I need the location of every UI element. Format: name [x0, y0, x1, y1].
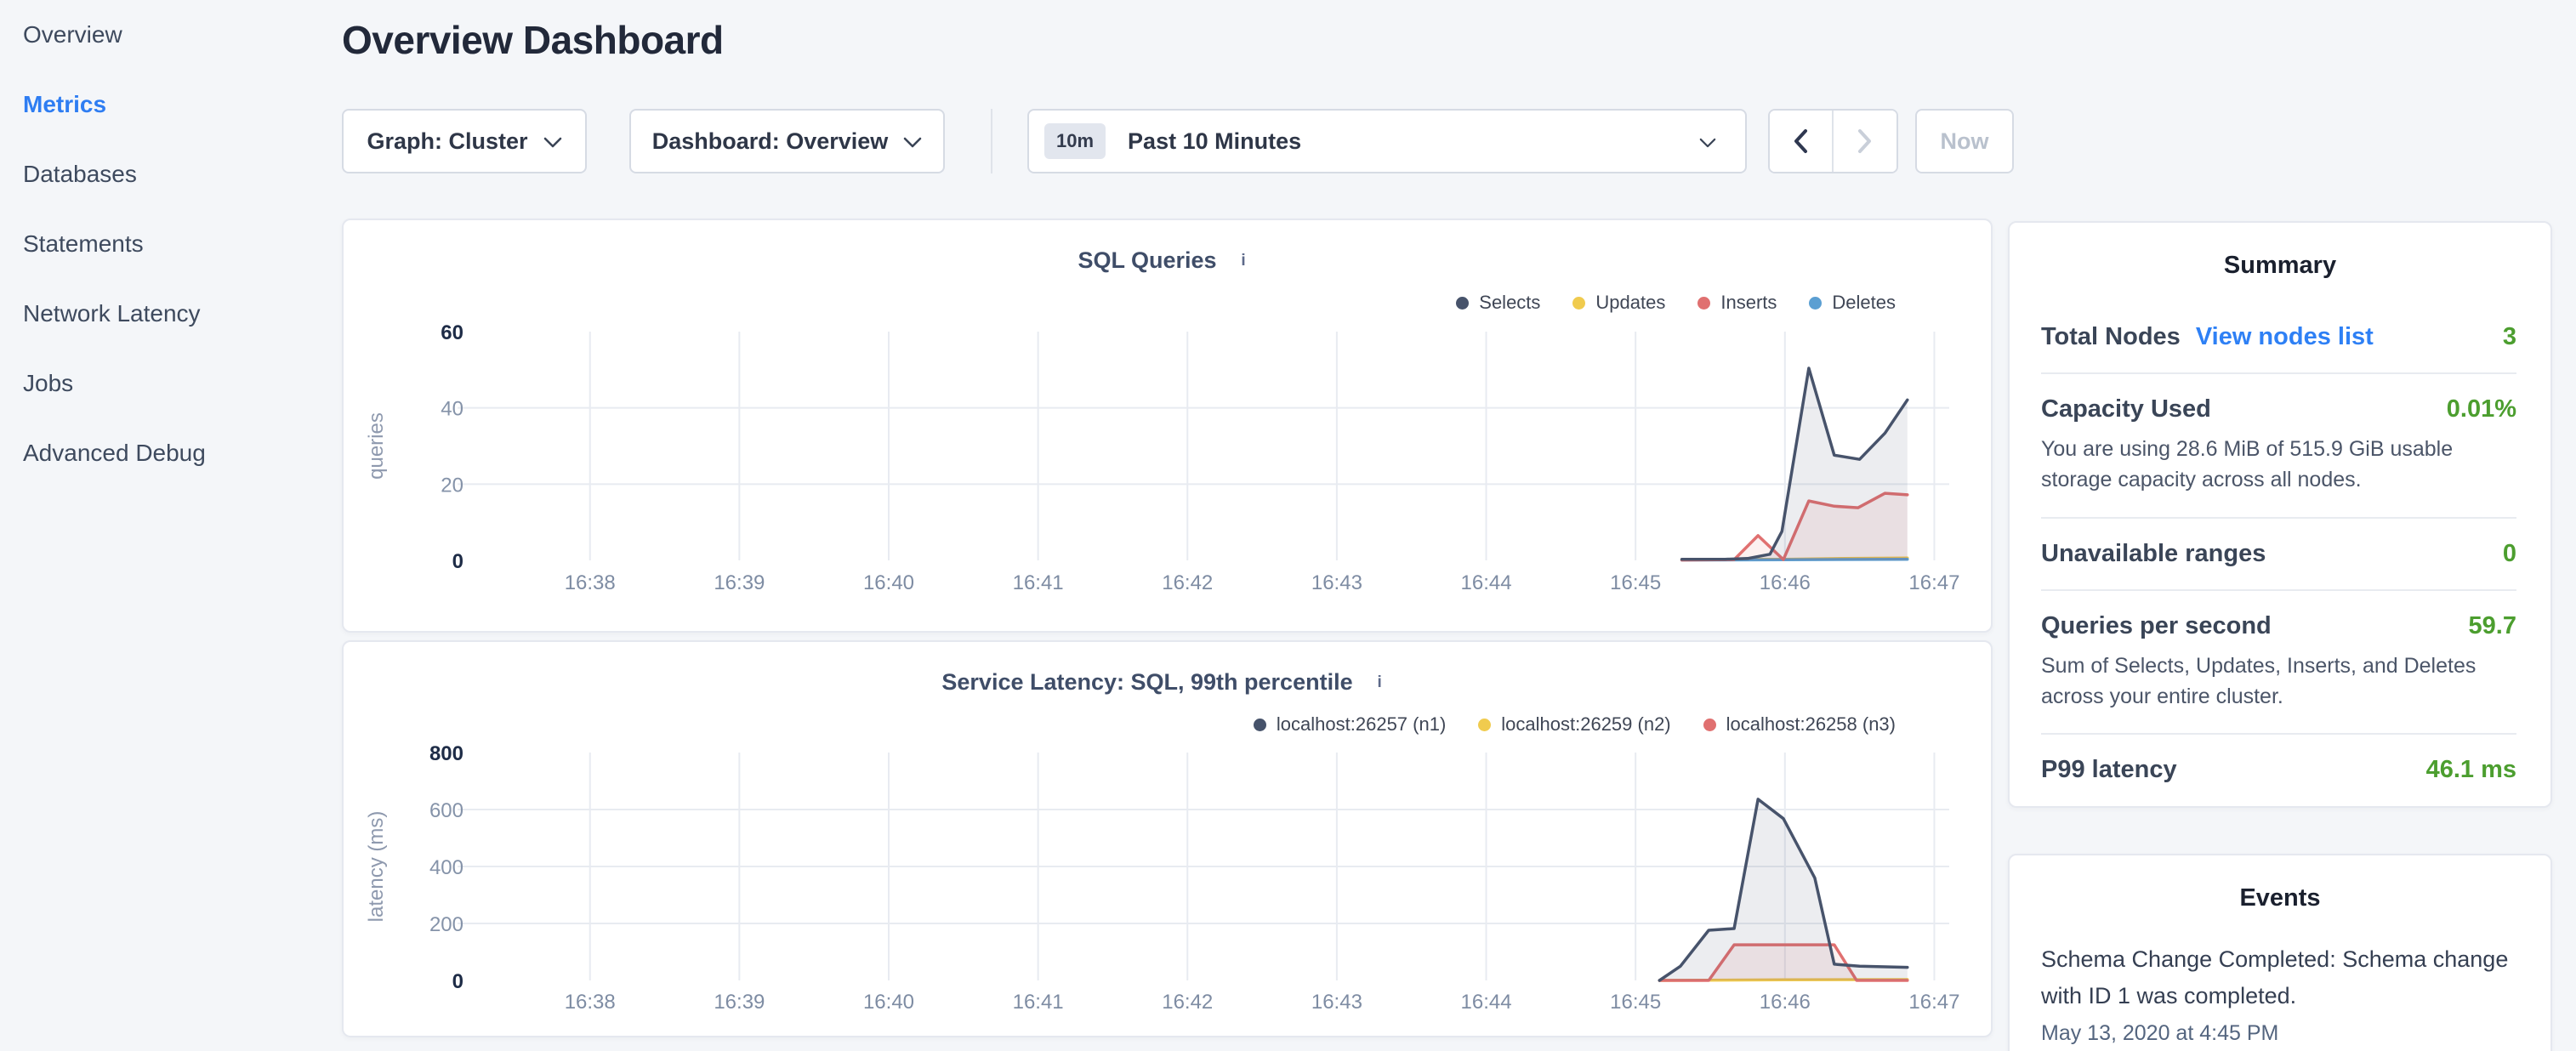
svg-text:16:39: 16:39 — [714, 991, 765, 1014]
summary-row-value: 3 — [2503, 323, 2516, 351]
svg-text:16:43: 16:43 — [1311, 571, 1362, 594]
now-button[interactable]: Now — [1915, 109, 2014, 173]
summary-row: Capacity Used 0.01% You are using 28.6 MiB… — [2041, 374, 2516, 519]
chevron-left-icon — [1793, 128, 1808, 154]
chevron-down-icon — [1699, 138, 1716, 149]
summary-row-value: 0 — [2503, 540, 2516, 568]
svg-text:16:42: 16:42 — [1162, 571, 1213, 594]
svg-text:40: 40 — [441, 398, 463, 421]
sidebar-item-advanced-debug[interactable]: Advanced Debug — [0, 418, 340, 488]
time-prev-button[interactable] — [1770, 111, 1834, 172]
svg-text:16:47: 16:47 — [1908, 991, 1959, 1014]
svg-text:16:46: 16:46 — [1760, 991, 1811, 1014]
summary-row: Total Nodes View nodes list 3 — [2041, 302, 2516, 374]
summary-row-value: 0.01% — [2447, 395, 2516, 423]
sidebar-item-metrics[interactable]: Metrics — [0, 70, 340, 139]
summary-row-label: Unavailable ranges — [2041, 540, 2266, 568]
summary-row-label: P99 latency — [2041, 756, 2177, 784]
summary-row: Unavailable ranges 0 — [2041, 519, 2516, 591]
event-item: Schema Change Completed: Schema change w… — [2041, 941, 2519, 1046]
summary-row: Queries per second 59.7 Sum of Selects, Up… — [2041, 591, 2516, 736]
time-range-label: Past 10 Minutes — [1128, 128, 1699, 155]
svg-text:0: 0 — [452, 970, 463, 993]
summary-row-description: You are using 28.6 MiB of 515.9 GiB usab… — [2041, 434, 2516, 496]
sql-queries-chart-card: SQL Queries i SelectsUpdatesInsertsDelet… — [342, 219, 1993, 633]
summary-row-value: 59.7 — [2469, 612, 2516, 640]
svg-text:16:41: 16:41 — [1013, 571, 1064, 594]
svg-text:200: 200 — [429, 913, 463, 936]
summary-row-description: Sum of Selects, Updates, Inserts, and De… — [2041, 650, 2516, 713]
dashboard-dropdown[interactable]: Dashboard: Overview — [629, 109, 945, 173]
time-pager — [1768, 109, 1898, 173]
svg-text:400: 400 — [429, 856, 463, 879]
svg-text:16:42: 16:42 — [1162, 991, 1213, 1014]
chevron-right-icon — [1857, 128, 1873, 154]
summary-panel: Summary Total Nodes View nodes list 3 Capac… — [2008, 221, 2552, 808]
graph-dropdown-label: Graph: Cluster — [367, 128, 527, 155]
event-message: Schema Change Completed: Schema change w… — [2041, 941, 2519, 1014]
dashboard-dropdown-label: Dashboard: Overview — [652, 128, 889, 155]
svg-text:60: 60 — [441, 321, 463, 344]
summary-row-value: 46.1 ms — [2426, 756, 2516, 784]
summary-row-label: Queries per second — [2041, 612, 2272, 640]
sidebar-item-databases[interactable]: Databases — [0, 139, 340, 209]
sidebar-item-network-latency[interactable]: Network Latency — [0, 279, 340, 349]
time-range-badge: 10m — [1044, 123, 1106, 159]
chevron-down-icon — [903, 137, 922, 149]
sidebar-item-jobs[interactable]: Jobs — [0, 349, 340, 418]
svg-text:16:45: 16:45 — [1610, 991, 1661, 1014]
svg-text:800: 800 — [429, 742, 463, 765]
time-range-dropdown[interactable]: 10m Past 10 Minutes — [1027, 109, 1747, 173]
svg-text:20: 20 — [441, 474, 463, 497]
svg-text:16:38: 16:38 — [565, 991, 616, 1014]
events-heading: Events — [2010, 884, 2550, 912]
svg-text:16:44: 16:44 — [1461, 991, 1512, 1014]
sidebar: OverviewMetricsDatabasesStatementsNetwor… — [0, 0, 340, 488]
summary-row-label: Total Nodes — [2041, 323, 2181, 351]
svg-text:16:43: 16:43 — [1311, 991, 1362, 1014]
service-latency-chart: 16:38 16:39 16:40 16:41 16:42 16:43 16:44 16:45… — [344, 642, 1991, 1036]
toolbar-divider — [991, 109, 992, 173]
svg-text:16:40: 16:40 — [863, 571, 914, 594]
events-panel: Events Schema Change Completed: Schema c… — [2008, 854, 2552, 1051]
view-nodes-list-link[interactable]: View nodes list — [2196, 323, 2374, 351]
summary-row-label: Capacity Used — [2041, 395, 2211, 423]
sidebar-item-statements[interactable]: Statements — [0, 209, 340, 279]
svg-text:16:46: 16:46 — [1760, 571, 1811, 594]
summary-row: P99 latency 46.1 ms — [2041, 735, 2516, 805]
svg-text:latency (ms): latency (ms) — [365, 811, 388, 923]
svg-text:16:39: 16:39 — [714, 571, 765, 594]
svg-text:16:40: 16:40 — [863, 991, 914, 1014]
svg-text:16:47: 16:47 — [1908, 571, 1959, 594]
svg-text:0: 0 — [452, 550, 463, 573]
svg-text:queries: queries — [365, 412, 388, 480]
svg-text:16:45: 16:45 — [1610, 571, 1661, 594]
svg-text:16:44: 16:44 — [1461, 571, 1512, 594]
chevron-down-icon — [543, 137, 562, 149]
page-title: Overview Dashboard — [342, 17, 724, 63]
time-next-button[interactable] — [1834, 111, 1897, 172]
service-latency-chart-card: Service Latency: SQL, 99th percentile i … — [342, 640, 1993, 1037]
svg-text:16:41: 16:41 — [1013, 991, 1064, 1014]
svg-text:16:38: 16:38 — [565, 571, 616, 594]
sql-queries-chart: 16:38 16:39 16:40 16:41 16:42 16:43 16:44 16:45… — [344, 220, 1991, 631]
graph-dropdown[interactable]: Graph: Cluster — [342, 109, 587, 173]
svg-text:600: 600 — [429, 799, 463, 822]
summary-heading: Summary — [2010, 252, 2550, 280]
event-timestamp: May 13, 2020 at 4:45 PM — [2041, 1021, 2519, 1046]
sidebar-item-overview[interactable]: Overview — [0, 0, 340, 70]
